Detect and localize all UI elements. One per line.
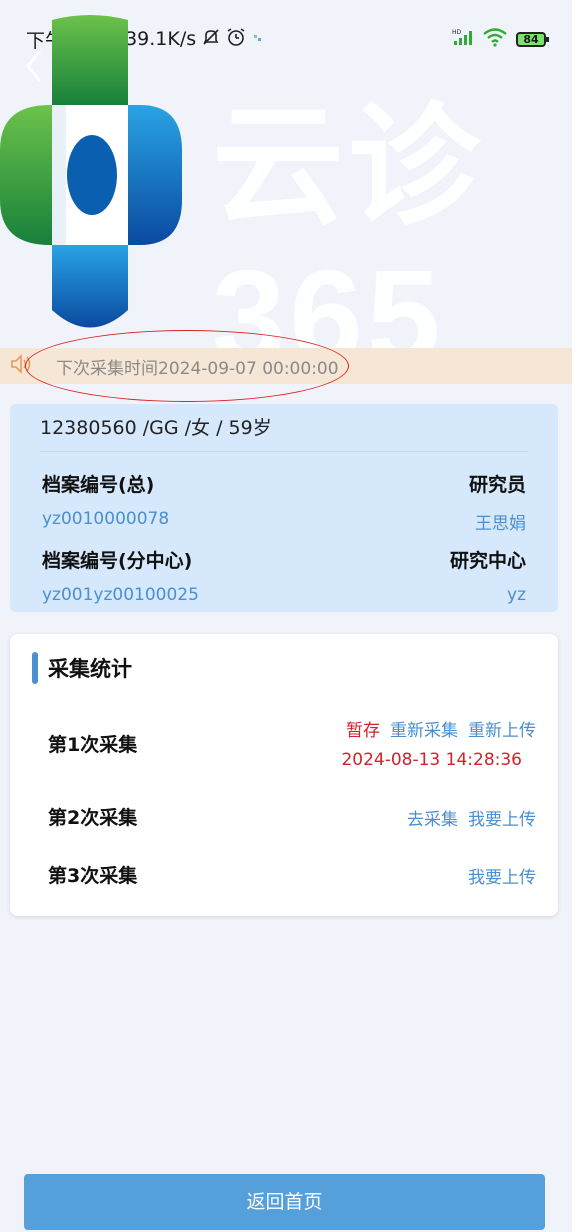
round-1-label: 第1次采集 bbox=[48, 734, 138, 756]
title-accent-bar bbox=[32, 652, 38, 684]
recollect-button[interactable]: 重新采集 bbox=[390, 716, 458, 741]
patient-info-card: 12380560 /GG /女 / 59岁 档案编号(总) 研究员 yz0010… bbox=[10, 404, 558, 612]
archive-total-value: yz0010000078 bbox=[42, 509, 170, 529]
wifi-icon bbox=[482, 27, 508, 52]
researcher-label: 研究员 bbox=[468, 474, 526, 496]
signal-icon: HD bbox=[452, 28, 474, 51]
return-home-button[interactable]: 返回首页 bbox=[24, 1174, 545, 1230]
stats-title: 采集统计 bbox=[32, 652, 132, 684]
app-notification-icon bbox=[252, 28, 264, 50]
round-3-label: 第3次采集 bbox=[48, 865, 138, 887]
archive-total-label: 档案编号(总) bbox=[42, 474, 155, 496]
round-2-label: 第2次采集 bbox=[48, 807, 138, 829]
highlight-ellipse bbox=[25, 330, 349, 402]
center-label: 研究中心 bbox=[449, 550, 526, 572]
collection-stats-card: 采集统计 第1次采集 暂存 重新采集 重新上传 2024-08-13 14:28… bbox=[10, 634, 558, 916]
round-2-actions: 去采集 我要上传 bbox=[407, 805, 536, 830]
alarm-icon bbox=[226, 27, 246, 52]
battery-icon: 84 bbox=[516, 31, 549, 47]
patient-summary: 12380560 /GG /女 / 59岁 bbox=[40, 404, 528, 452]
center-value: yz bbox=[507, 585, 526, 605]
logo-image bbox=[0, 10, 190, 340]
mute-icon bbox=[202, 28, 220, 51]
upload-button[interactable]: 我要上传 bbox=[468, 805, 536, 830]
draft-saved-button[interactable]: 暂存 bbox=[346, 716, 380, 741]
archive-sub-value: yz001yz00100025 bbox=[42, 585, 199, 605]
reupload-button[interactable]: 重新上传 bbox=[468, 716, 536, 741]
round-1-actions: 暂存 重新采集 重新上传 bbox=[346, 716, 536, 741]
upload-button-3[interactable]: 我要上传 bbox=[468, 863, 536, 888]
round-3-actions: 我要上传 bbox=[468, 863, 536, 888]
svg-text:HD: HD bbox=[452, 29, 462, 36]
round-1-timestamp: 2024-08-13 14:28:36 bbox=[341, 750, 522, 770]
researcher-value: 王思娟 bbox=[475, 514, 526, 534]
archive-sub-label: 档案编号(分中心) bbox=[42, 550, 193, 572]
go-collect-button[interactable]: 去采集 bbox=[407, 805, 458, 830]
